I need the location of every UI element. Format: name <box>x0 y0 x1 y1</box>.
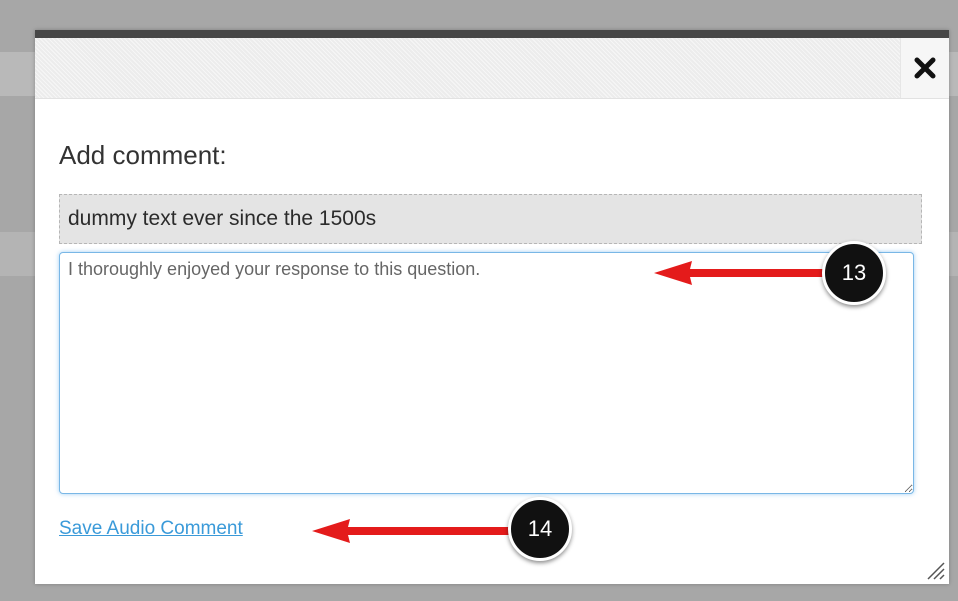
callout-badge-14: 14 <box>508 497 572 561</box>
close-button[interactable] <box>900 38 949 98</box>
save-audio-comment-link[interactable]: Save Audio Comment <box>59 518 243 540</box>
quoted-text: dummy text ever since the 1500s <box>68 207 377 230</box>
quoted-text-field: dummy text ever since the 1500s <box>59 194 922 244</box>
callout-badge-13: 13 <box>822 241 886 305</box>
callout-arrow-13 <box>654 261 830 285</box>
callout-arrow-14 <box>312 519 513 543</box>
comment-dialog: Add comment: dummy text ever since the 1… <box>35 30 949 584</box>
dialog-titlebar[interactable] <box>35 38 949 99</box>
resize-grip-icon[interactable] <box>923 558 945 580</box>
dialog-heading: Add comment: <box>59 140 227 170</box>
comment-textarea[interactable] <box>59 252 914 494</box>
close-icon <box>913 56 937 80</box>
dialog-top-bar <box>35 30 949 38</box>
